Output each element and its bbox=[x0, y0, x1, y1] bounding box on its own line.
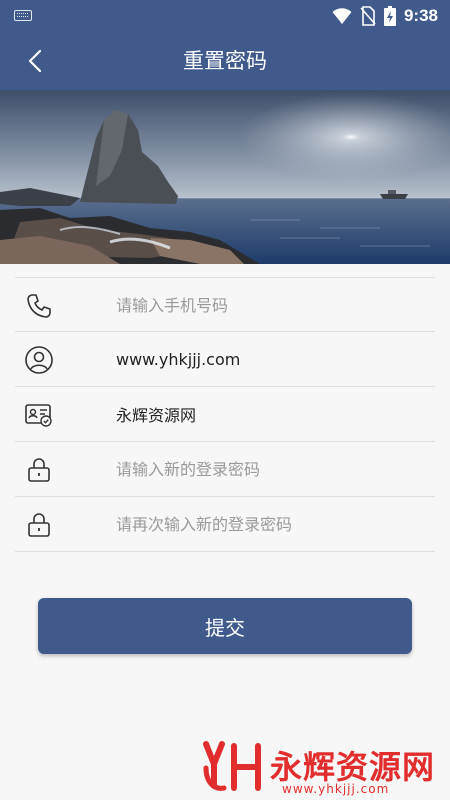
id-card-icon bbox=[23, 399, 55, 431]
no-sim-icon bbox=[360, 6, 376, 26]
confirm-password-input[interactable] bbox=[116, 497, 426, 551]
phone-input[interactable] bbox=[116, 278, 426, 332]
lock-icon bbox=[23, 509, 55, 541]
battery-charging-icon bbox=[383, 6, 396, 26]
reset-password-form bbox=[15, 277, 435, 552]
user-circle-icon bbox=[23, 344, 55, 376]
page-title: 重置密码 bbox=[183, 49, 267, 73]
phone-row bbox=[15, 277, 435, 332]
banner-image bbox=[0, 90, 450, 264]
username-row bbox=[15, 332, 435, 387]
new-password-row bbox=[15, 442, 435, 497]
status-icons: 9:38 bbox=[332, 6, 438, 26]
id-card-input[interactable] bbox=[116, 387, 426, 441]
status-bar: 9:38 bbox=[0, 0, 450, 32]
app-bar: 重置密码 bbox=[0, 32, 450, 90]
status-time: 9:38 bbox=[403, 6, 438, 25]
keyboard-icon bbox=[14, 10, 32, 21]
yh-logo-icon bbox=[203, 741, 261, 791]
username-input[interactable] bbox=[116, 332, 426, 386]
wifi-icon bbox=[332, 8, 352, 24]
phone-icon bbox=[23, 290, 55, 322]
lock-icon bbox=[23, 454, 55, 486]
submit-button[interactable]: 提交 bbox=[38, 598, 412, 654]
watermark-url: www.yhkjjj.com bbox=[282, 782, 390, 796]
new-password-input[interactable] bbox=[116, 442, 426, 496]
confirm-password-row bbox=[15, 497, 435, 552]
id-card-row bbox=[15, 387, 435, 442]
watermark-logo: 永辉资源网 www.yhkjjj.com bbox=[200, 738, 440, 796]
